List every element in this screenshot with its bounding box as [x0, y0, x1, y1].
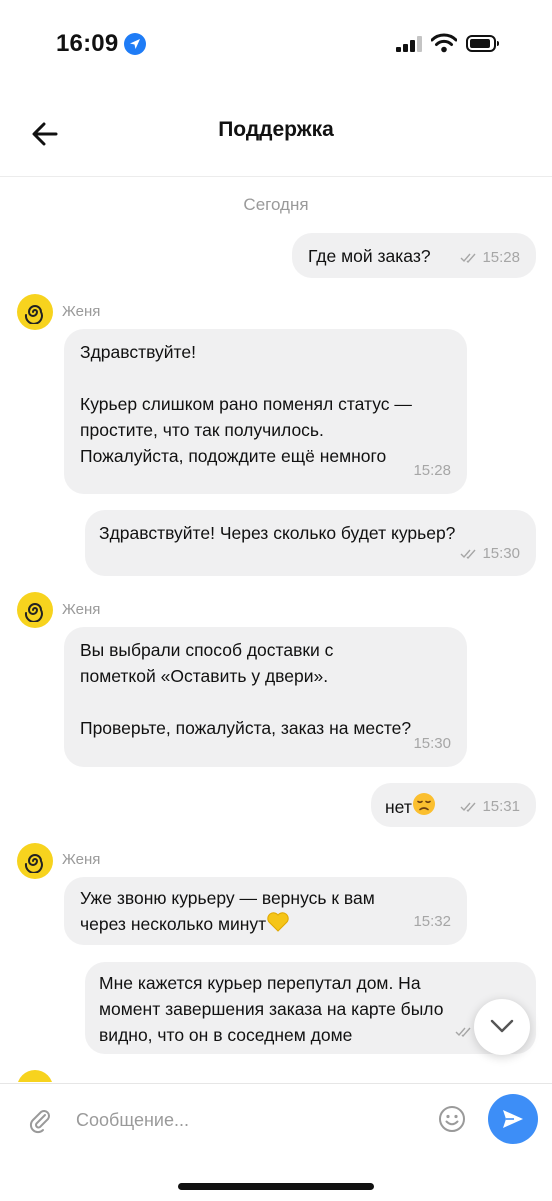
- agent-avatar: [17, 592, 53, 628]
- outgoing-message[interactable]: Здравствуйте! Через сколько будет курьер…: [85, 510, 536, 576]
- chat-header: Поддержка: [0, 96, 552, 177]
- message-text: Здравствуйте! Через сколько будет курьер…: [99, 523, 456, 543]
- chevron-down-icon: [490, 1019, 514, 1033]
- agent-avatar: [17, 1070, 53, 1082]
- location-arrow-icon: [124, 33, 146, 55]
- incoming-message[interactable]: Уже звоню курьеру — вернусь к вам через …: [64, 877, 467, 945]
- spiral-logo-icon: [24, 603, 43, 622]
- paperclip-icon[interactable]: [26, 1106, 54, 1134]
- outgoing-message[interactable]: Мне кажется курьер перепутал дом. На мом…: [85, 962, 536, 1054]
- cellular-signal-icon: [396, 36, 422, 52]
- message-time: 15:30: [413, 735, 451, 752]
- spiral-logo-icon: [24, 305, 43, 324]
- scroll-down-button[interactable]: [474, 999, 530, 1055]
- message-text: Уже звоню курьеру — вернусь к вам через …: [80, 888, 375, 934]
- send-button[interactable]: [488, 1094, 538, 1144]
- outgoing-message[interactable]: нет 15:31: [371, 783, 536, 827]
- message-text: нет: [385, 797, 412, 817]
- message-time: 15:28: [413, 462, 451, 479]
- spiral-logo-icon: [24, 854, 43, 873]
- battery-icon: [466, 35, 499, 52]
- double-check-icon: [460, 253, 476, 264]
- status-bar: 16:09: [0, 0, 552, 90]
- double-check-icon: [460, 549, 476, 560]
- chat-thread[interactable]: Сегодня Где мой заказ? 15:28 Женя Здравс…: [0, 177, 552, 1082]
- page-title: Поддержка: [218, 118, 334, 141]
- message-time: 15:28: [482, 249, 520, 266]
- message-meta: 15:28: [460, 245, 520, 271]
- status-time: 16:09: [56, 30, 119, 57]
- date-separator: Сегодня: [243, 195, 309, 214]
- agent-avatar: [17, 843, 53, 879]
- message-composer: [0, 1083, 552, 1201]
- message-text: Здравствуйте! Курьер слишком рано поменя…: [80, 342, 412, 466]
- double-check-icon: [460, 802, 476, 813]
- message-time: 15:30: [482, 545, 520, 562]
- agent-avatar: [17, 294, 53, 330]
- double-check-icon: [455, 1027, 471, 1038]
- message-text: Вы выбрали способ доставки с пометкой «О…: [80, 640, 412, 738]
- wifi-icon: [431, 33, 457, 53]
- home-indicator: [178, 1183, 374, 1190]
- smiley-icon[interactable]: [438, 1105, 466, 1133]
- message-input[interactable]: [74, 1102, 418, 1138]
- send-arrow-icon: [503, 1110, 523, 1128]
- incoming-message[interactable]: Вы выбрали способ доставки с пометкой «О…: [64, 627, 467, 767]
- message-text: Где мой заказ?: [308, 246, 431, 266]
- incoming-message[interactable]: Здравствуйте! Курьер слишком рано поменя…: [64, 329, 467, 494]
- sender-name: Женя: [62, 303, 101, 320]
- message-time: 15:31: [482, 798, 520, 815]
- message-time: 15:32: [413, 913, 451, 930]
- sender-name: Женя: [62, 851, 101, 868]
- disappointed-face-icon: [412, 793, 435, 815]
- sender-name: Женя: [62, 601, 101, 618]
- yellow-heart-icon: [267, 912, 289, 932]
- message-meta: 15:30: [460, 541, 520, 567]
- outgoing-message[interactable]: Где мой заказ? 15:28: [292, 233, 536, 278]
- message-meta: 15:31: [460, 794, 520, 820]
